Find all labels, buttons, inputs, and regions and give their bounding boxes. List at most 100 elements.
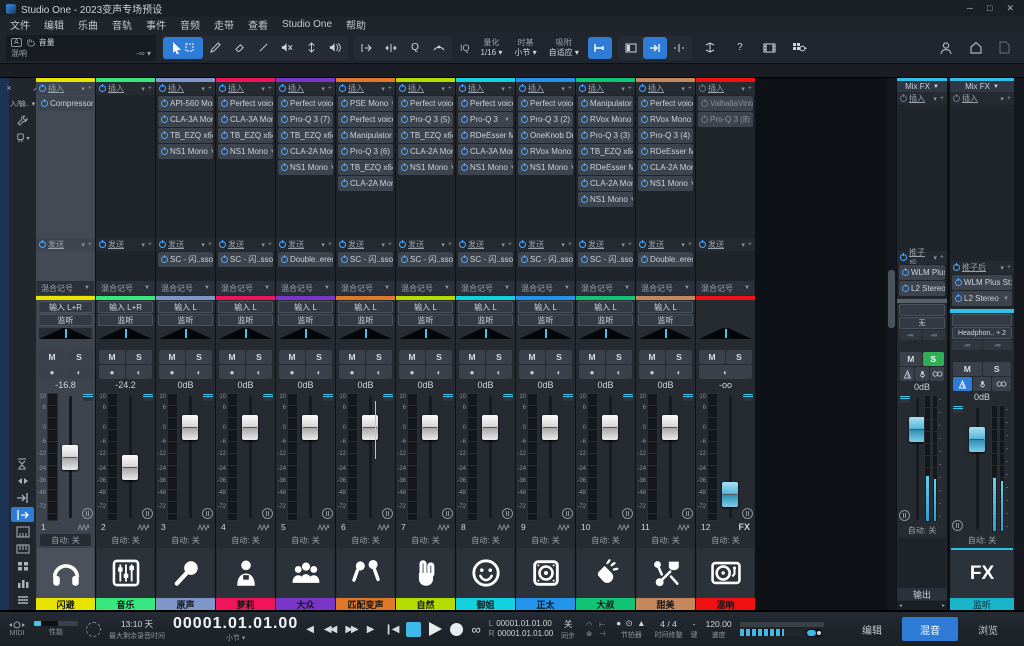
maximize-button[interactable]: □ <box>987 3 992 14</box>
plugin-power-icon[interactable] <box>461 116 468 123</box>
record-arm-icon[interactable]: ● <box>579 365 605 379</box>
plugin-power-icon[interactable] <box>641 180 648 187</box>
fader-track[interactable] <box>538 393 562 521</box>
volume-readout[interactable]: 0dB <box>950 392 1014 404</box>
speaker-select-icon[interactable] <box>930 367 944 381</box>
preroll-options[interactable]: ◠⊢ ⊛⊣ <box>583 621 608 638</box>
dropdown-icon[interactable]: ▾ <box>561 85 565 93</box>
power-icon[interactable] <box>900 254 907 261</box>
plugin-power-icon[interactable] <box>401 164 408 171</box>
dropdown-icon[interactable]: ▾ <box>933 95 937 103</box>
solo-button[interactable]: S <box>246 350 272 364</box>
add-icon[interactable]: + <box>388 241 392 249</box>
channel-name[interactable]: 闪避 <box>36 598 95 610</box>
menu-item-9[interactable]: 帮助 <box>346 17 366 32</box>
dropdown-icon[interactable]: ▾ <box>261 241 265 249</box>
plugin-power-icon[interactable] <box>581 180 588 187</box>
mute-button[interactable]: M <box>159 350 185 364</box>
solo-button[interactable]: S <box>606 350 632 364</box>
dropdown-icon[interactable]: ▾ <box>621 85 625 93</box>
meter-style-icon[interactable] <box>742 508 753 519</box>
fader-handle[interactable] <box>482 415 498 440</box>
volume-readout[interactable]: 0dB <box>636 380 695 392</box>
solo-button[interactable]: S <box>366 350 392 364</box>
mix-group-select[interactable]: 混合记号▼ <box>577 281 634 295</box>
plugin-power-icon[interactable] <box>581 256 588 263</box>
postfader-header[interactable]: 推子后▾+ <box>897 251 947 264</box>
plugin-power-icon[interactable] <box>221 100 228 107</box>
plugin-slot[interactable]: CLA-2A Mono▼ <box>578 176 633 191</box>
plugin-power-icon[interactable] <box>521 132 528 139</box>
speaker-select-icon[interactable] <box>992 377 1011 391</box>
plugin-power-icon[interactable] <box>341 148 348 155</box>
input-select[interactable]: 输入 L <box>158 301 213 313</box>
add-icon[interactable]: + <box>328 241 332 249</box>
plugin-dropdown-icon[interactable]: ▼ <box>570 165 573 171</box>
dropdown-icon[interactable]: ▾ <box>141 85 145 93</box>
mixer-close-icon[interactable]: × <box>0 81 20 95</box>
pan-control[interactable] <box>399 328 452 339</box>
fader-handle[interactable] <box>62 445 78 470</box>
mixer-tool-meter[interactable] <box>11 575 34 590</box>
mixer-tool-list[interactable] <box>11 592 34 607</box>
add-icon[interactable]: + <box>388 85 392 93</box>
add-icon[interactable]: + <box>628 241 632 249</box>
channel-strip-3[interactable]: 插入▾+API-560 Mono▼CLA-3A Mono▼TB_EZQ x64▼… <box>156 78 215 610</box>
home-icon[interactable] <box>969 41 983 54</box>
key-signature[interactable]: - 键 <box>691 619 698 640</box>
horizontal-scrollbar[interactable]: ◂▸ <box>897 601 947 610</box>
monitor-icon[interactable]: ◐ <box>699 365 752 379</box>
monitor-icon[interactable]: ◐ <box>426 365 452 379</box>
inserts-header[interactable]: 插入▾+ <box>950 92 1014 105</box>
add-icon[interactable]: + <box>448 241 452 249</box>
plugin-power-icon[interactable] <box>701 116 708 123</box>
mixer-tool-pads[interactable] <box>11 558 34 573</box>
pan-control[interactable] <box>219 328 272 339</box>
add-icon[interactable]: + <box>448 85 452 93</box>
plugin-slot[interactable]: L2 Stereo▼ <box>952 291 1012 306</box>
plugin-dropdown-icon[interactable]: ▼ <box>390 101 393 107</box>
monitor-button[interactable]: 监听 <box>38 314 93 326</box>
inserts-header[interactable]: 插入▾+ <box>897 92 947 105</box>
power-icon[interactable] <box>39 241 46 248</box>
input-select[interactable]: 输入 L <box>278 301 333 313</box>
sends-header[interactable]: 发送▾+ <box>276 238 335 251</box>
scroll-right-icon[interactable]: ▸ <box>942 602 945 609</box>
dropdown-icon[interactable]: ▾ <box>741 241 745 249</box>
channel-icon-tile[interactable] <box>157 548 214 598</box>
record-arm-icon[interactable]: ● <box>639 365 665 379</box>
minimize-button[interactable]: ─ <box>967 3 973 14</box>
plugin-slot[interactable]: CLA-3A Mono▼ <box>158 112 213 127</box>
wrench-icon[interactable] <box>12 113 33 127</box>
fader-handle[interactable] <box>909 417 925 442</box>
plugin-slot[interactable]: Pro-Q 3 (2)▼ <box>518 112 573 127</box>
power-icon[interactable] <box>399 85 406 92</box>
monitor-icon[interactable]: ◐ <box>306 365 332 379</box>
mix-group-select[interactable]: 混合记号▼ <box>37 281 94 295</box>
plugin-slot[interactable]: TB_EZQ x64▼ <box>278 128 333 143</box>
mixer-tool-collapse-vertical[interactable] <box>11 456 34 471</box>
sends-header[interactable]: 发送▾+ <box>36 238 95 251</box>
monitor-button[interactable]: 监听 <box>518 314 573 326</box>
gain-left[interactable]: -∞ <box>899 330 922 340</box>
channel-name[interactable]: 御姐 <box>456 598 515 610</box>
plugin-power-icon[interactable] <box>902 269 909 276</box>
add-icon[interactable]: + <box>688 85 692 93</box>
channel-mode-icon[interactable] <box>563 394 573 401</box>
plugin-power-icon[interactable] <box>641 132 648 139</box>
channel-name[interactable]: 音乐 <box>96 598 155 610</box>
channel-icon-tile[interactable] <box>577 548 634 598</box>
plugin-dropdown-icon[interactable]: ▼ <box>330 165 333 171</box>
plugin-dropdown-icon[interactable]: ▼ <box>572 117 573 123</box>
play-button[interactable] <box>429 622 442 636</box>
plugin-slot[interactable]: CLA-2A Mono▼ <box>278 144 333 159</box>
fader-handle[interactable] <box>602 415 618 440</box>
plugin-slot[interactable]: RVox Mono▼ <box>578 112 633 127</box>
plugin-slot[interactable]: TB_EZQ x64▼ <box>158 128 213 143</box>
plugin-power-icon[interactable] <box>581 196 588 203</box>
metronome-control[interactable]: ● ⊙ ▲ 节拍器 <box>616 618 646 640</box>
plugin-power-icon[interactable] <box>161 256 168 263</box>
plugin-power-icon[interactable] <box>41 100 48 107</box>
channel-name[interactable]: 匹配变声 <box>336 598 395 610</box>
scrollbar-handle[interactable] <box>888 270 895 328</box>
